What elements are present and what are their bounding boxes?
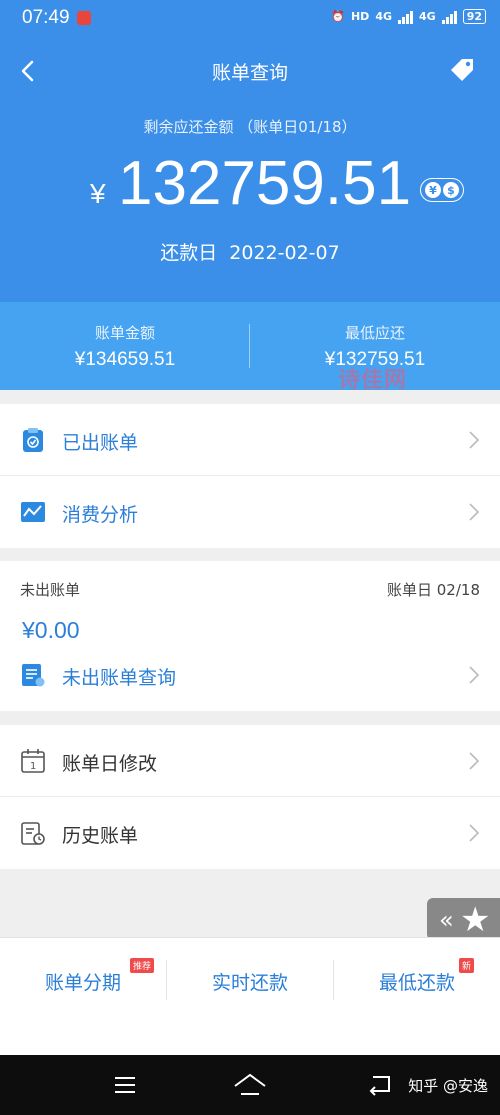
bill-menu: 已出账单 消费分析: [0, 404, 500, 548]
svg-text:1: 1: [30, 761, 36, 772]
status-time: 07:49: [22, 7, 70, 28]
currency-symbol: ¥: [90, 178, 106, 209]
due-date: 还款日 2022-02-07: [0, 238, 500, 265]
app-notification-icon: [77, 11, 91, 25]
unbilled-title: 未出账单: [20, 581, 81, 599]
status-indicators: ⏰ HD 4G 4G 92: [331, 9, 486, 24]
star-icon: ★: [460, 900, 491, 940]
network-type-1: 4G: [375, 10, 392, 23]
home-icon[interactable]: [233, 1072, 267, 1098]
settings-menu: 1 账单日修改 历史账单: [0, 725, 500, 869]
hd-icon: HD: [350, 10, 370, 23]
unbilled-query-item[interactable]: 未出账单查询: [0, 639, 500, 711]
bill-amount-value: ¥134659.51: [74, 349, 176, 370]
page-title: 账单查询: [211, 62, 288, 84]
installment-label: 账单分期: [44, 971, 121, 994]
chevron-right-icon: [469, 752, 480, 770]
clipboard-check-icon: [23, 428, 43, 452]
status-bar: 07:49 ⏰ HD 4G 4G 92: [0, 0, 500, 38]
bottom-actions: 账单分期 推荐 实时还款 最低还款 新: [0, 937, 500, 1055]
history-bill-icon: [21, 822, 45, 845]
unbilled-section: 未出账单 账单日 02/18 ¥0.00 未出账单查询: [0, 561, 500, 711]
unbilled-statement-date: 账单日 02/18: [387, 581, 480, 599]
issued-bill-label: 已出账单: [62, 432, 139, 454]
signal-icon-2: [441, 10, 457, 24]
installment-button[interactable]: 账单分期: [0, 938, 166, 1024]
back-nav-icon[interactable]: [367, 1073, 395, 1097]
menu-icon[interactable]: [113, 1074, 137, 1096]
statement-date-label: 账单日修改: [62, 753, 158, 775]
system-nav-bar: 知乎 @安逸: [0, 1055, 500, 1115]
header: 账单查询 剩余应还金额 （账单日01/18） ¥ 132759.51 ¥ $ 还…: [0, 38, 500, 302]
chevron-right-icon: [469, 503, 480, 521]
recommend-badge: 推荐: [130, 958, 155, 973]
minimum-repay-label: 最低还款: [378, 971, 455, 994]
realtime-repay-label: 实时还款: [211, 971, 288, 994]
network-type-2: 4G: [419, 10, 436, 23]
currency-toggle[interactable]: ¥ $: [420, 178, 464, 202]
new-badge: 新: [459, 958, 475, 973]
statement-date-item[interactable]: 1 账单日修改: [0, 725, 500, 797]
bill-amount-label: 账单金额: [94, 324, 155, 342]
history-bill-item[interactable]: 历史账单: [0, 797, 500, 869]
spending-analysis-label: 消费分析: [62, 504, 139, 526]
unbilled-query-label: 未出账单查询: [62, 667, 177, 689]
double-chevron-left-icon: «: [439, 906, 454, 934]
spending-analysis-item[interactable]: 消费分析: [0, 476, 500, 548]
floating-favorite-button[interactable]: « ★: [427, 898, 500, 940]
bill-amount: 账单金额 ¥134659.51: [0, 322, 250, 371]
yuan-icon: ¥: [425, 182, 441, 198]
issued-bill-item[interactable]: 已出账单: [0, 404, 500, 476]
signal-icon: [398, 10, 413, 24]
due-date-value: 2022-02-07: [229, 242, 340, 264]
battery-icon: 92: [462, 9, 486, 24]
chart-trend-icon: [21, 502, 45, 522]
chevron-right-icon: [469, 431, 480, 449]
tag-icon[interactable]: [448, 56, 476, 82]
list-search-icon: [22, 664, 45, 687]
history-bill-label: 历史账单: [62, 825, 139, 847]
chevron-right-icon: [469, 666, 480, 684]
minimum-payment-label: 最低应还: [344, 324, 405, 342]
realtime-repay-button[interactable]: 实时还款: [167, 938, 333, 1024]
remaining-amount-label: 剩余应还金额 （账单日01/18）: [143, 118, 357, 136]
remaining-amount: 132759.51: [118, 149, 412, 218]
dollar-icon: $: [443, 182, 459, 198]
summary-bar: 账单金额 ¥134659.51 最低应还 ¥132759.51: [0, 302, 500, 390]
watermark: 诗佳网: [338, 368, 408, 393]
chevron-right-icon: [469, 824, 480, 842]
minimum-repay-button[interactable]: 最低还款: [334, 938, 500, 1024]
source-credit: 知乎 @安逸: [408, 1077, 488, 1095]
calendar-icon: 1: [21, 749, 45, 773]
due-date-label: 还款日: [160, 242, 218, 264]
alarm-icon: ⏰: [331, 10, 345, 23]
